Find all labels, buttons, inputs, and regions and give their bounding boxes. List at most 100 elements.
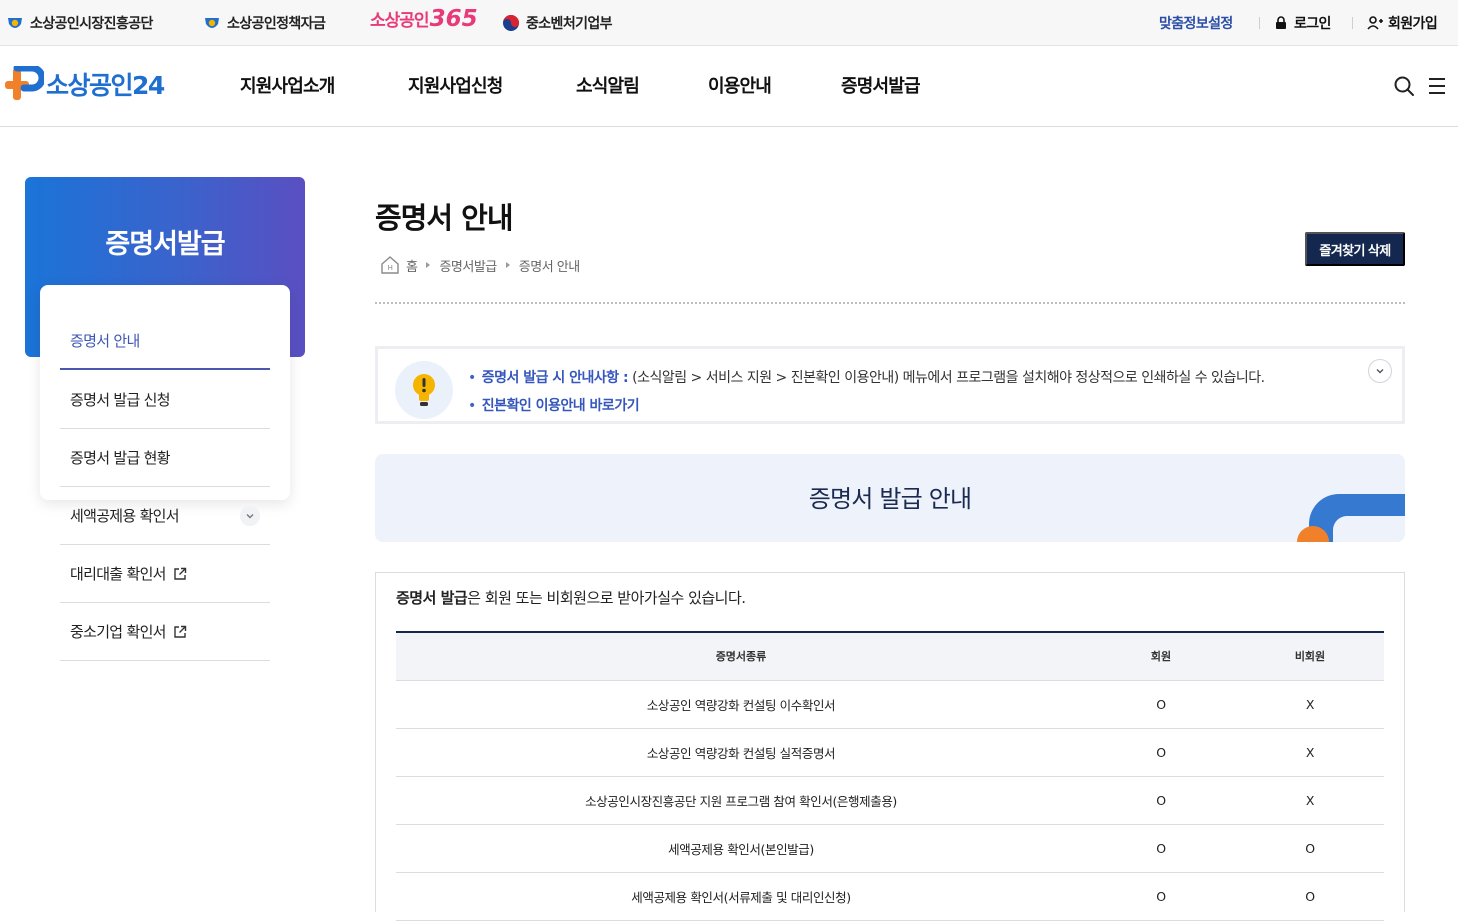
notice-line: • 진본확인 이용안내 바로가기 bbox=[468, 395, 640, 415]
cell-member: O bbox=[1086, 728, 1236, 777]
column-header-type: 증명서종류 bbox=[396, 632, 1086, 681]
cell-member: O bbox=[1086, 824, 1236, 873]
custom-info-link[interactable]: 맞춤정보설정 bbox=[1159, 12, 1233, 34]
authenticity-guide-link[interactable]: 진본확인 이용안내 바로가기 bbox=[482, 398, 640, 414]
semas-link-label: 소상공인시장진흥공단 bbox=[30, 16, 153, 32]
cell-type: 세액공제용 확인서(서류제출 및 대리인신청) bbox=[396, 872, 1086, 921]
table-row: 소상공인 역량강화 컨설팅 이수확인서 O X bbox=[396, 680, 1384, 729]
table-row: 세액공제용 확인서(본인발급) O O bbox=[396, 824, 1384, 873]
user-add-icon bbox=[1367, 16, 1383, 30]
sidebar-item-tax-credit[interactable]: 세액공제용 확인서 bbox=[60, 487, 270, 545]
cell-type: 소상공인시장진흥공단 지원 프로그램 참여 확인서(은행제출용) bbox=[396, 776, 1086, 825]
table-header-row: 증명서종류 회원 비회원 bbox=[396, 632, 1384, 681]
cell-type: 세액공제용 확인서(본인발급) bbox=[396, 824, 1086, 873]
intro-rest: 은 회원 또는 비회원으로 받아가실수 있습니다. bbox=[467, 589, 746, 607]
brand-365-link[interactable]: 소상공인 365 bbox=[370, 6, 478, 32]
login-link[interactable]: 로그인 bbox=[1274, 12, 1331, 34]
lock-icon bbox=[1276, 16, 1286, 29]
sidebar-item-certificate-apply[interactable]: 증명서 발급 신청 bbox=[60, 371, 270, 429]
sidebar-item-label: 중소기업 확인서 bbox=[70, 623, 166, 641]
notice-text: (소식알림 > 서비스 지원 > 진본확인 이용안내) 메뉴에서 프로그램을 설… bbox=[632, 370, 1265, 386]
bullet-icon: • bbox=[468, 370, 476, 386]
banner-title: 증명서 발급 안내 bbox=[808, 485, 972, 513]
sidebar-item-label: 세액공제용 확인서 bbox=[70, 507, 180, 525]
sidebar-item-proxy-loan[interactable]: 대리대출 확인서 bbox=[60, 545, 270, 603]
login-label: 로그인 bbox=[1294, 16, 1331, 32]
utility-bar: 소상공인시장진흥공단 소상공인정책자금 소상공인 365 중소벤처기업부 맞춤정… bbox=[0, 0, 1458, 46]
brand-365-number: 365 bbox=[429, 6, 478, 32]
table-row: 세액공제용 확인서(서류제출 및 대리인신청) O O bbox=[396, 872, 1384, 921]
chevron-down-icon[interactable] bbox=[240, 505, 260, 526]
site-logo-text: 소상공인24 bbox=[46, 71, 165, 100]
nav-news[interactable]: 소식알림 bbox=[576, 72, 640, 98]
external-link-icon bbox=[174, 625, 186, 638]
divider bbox=[1352, 17, 1353, 29]
sidebar-item-sme-confirm[interactable]: 중소기업 확인서 bbox=[60, 603, 270, 661]
chevron-down-icon bbox=[1376, 369, 1384, 374]
cell-member: O bbox=[1086, 680, 1236, 729]
nav-support-intro[interactable]: 지원사업소개 bbox=[240, 72, 335, 98]
semas-logo-icon bbox=[8, 18, 22, 28]
column-header-member: 회원 bbox=[1086, 632, 1236, 681]
sidebar-item-label: 증명서 안내 bbox=[70, 331, 140, 350]
search-icon[interactable] bbox=[1393, 75, 1415, 97]
cell-nonmember: X bbox=[1236, 776, 1384, 825]
mss-link[interactable]: 중소벤처기업부 bbox=[502, 12, 613, 34]
notice-box: • 증명서 발급 시 안내사항 : (소식알림 > 서비스 지원 > 진본확인 이… bbox=[375, 346, 1405, 424]
cell-nonmember: X bbox=[1236, 680, 1384, 729]
nav-guide[interactable]: 이용안내 bbox=[708, 72, 772, 98]
taegeuk-icon bbox=[503, 15, 519, 31]
sidebar-title: 증명서발급 bbox=[105, 229, 225, 260]
table-row: 소상공인시장진흥공단 지원 프로그램 참여 확인서(은행제출용) O X bbox=[396, 776, 1384, 825]
cell-type: 소상공인 역량강화 컨설팅 이수확인서 bbox=[396, 680, 1086, 729]
divider bbox=[375, 302, 1405, 304]
cell-nonmember: X bbox=[1236, 728, 1384, 777]
cell-member: O bbox=[1086, 776, 1236, 825]
breadcrumb: H 홈 증명서발급 증명서 안내 bbox=[380, 255, 580, 275]
policy-fund-link-label: 소상공인정책자금 bbox=[227, 16, 326, 32]
intro-text: 증명서 발급은 회원 또는 비회원으로 받아가실수 있습니다. bbox=[396, 587, 746, 608]
lightbulb-icon bbox=[395, 361, 453, 419]
external-link-icon bbox=[174, 567, 186, 580]
semas-logo-icon bbox=[205, 18, 219, 28]
cell-nonmember: O bbox=[1236, 824, 1384, 873]
site-logo[interactable]: 소상공인24 bbox=[4, 66, 165, 102]
site-logo-icon bbox=[5, 66, 44, 100]
column-header-nonmember: 비회원 bbox=[1236, 632, 1384, 681]
notice-line: • 증명서 발급 시 안내사항 : (소식알림 > 서비스 지원 > 진본확인 이… bbox=[468, 367, 1265, 387]
bullet-icon: • bbox=[468, 398, 476, 414]
policy-fund-link[interactable]: 소상공인정책자금 bbox=[203, 12, 326, 34]
cell-type: 소상공인 역량강화 컨설팅 실적증명서 bbox=[396, 728, 1086, 777]
page-title: 증명서 안내 bbox=[375, 201, 513, 235]
signup-link[interactable]: 회원가입 bbox=[1367, 12, 1438, 34]
remove-favorite-button[interactable]: 즐겨찾기 삭제 bbox=[1305, 232, 1405, 266]
cell-member: O bbox=[1086, 872, 1236, 921]
nav-certificate[interactable]: 증명서발급 bbox=[841, 72, 921, 98]
sidebar-item-certificate-guide[interactable]: 증명서 안내 bbox=[60, 312, 270, 370]
signup-label: 회원가입 bbox=[1388, 16, 1438, 32]
breadcrumb-current: 증명서 안내 bbox=[518, 259, 580, 275]
mss-link-label: 중소벤처기업부 bbox=[526, 16, 613, 32]
sidebar-item-certificate-status[interactable]: 증명서 발급 현황 bbox=[60, 429, 270, 487]
breadcrumb-certificate[interactable]: 증명서발급 bbox=[439, 256, 497, 275]
certificate-table-section: 증명서 발급은 회원 또는 비회원으로 받아가실수 있습니다. 증명서종류 회원… bbox=[375, 572, 1405, 921]
notice-toggle-button[interactable] bbox=[1368, 359, 1392, 383]
sidebar-item-label: 증명서 발급 신청 bbox=[70, 391, 171, 409]
brand-365-text: 소상공인 bbox=[370, 11, 430, 31]
breadcrumb-separator-icon bbox=[505, 262, 510, 268]
guide-banner: 증명서 발급 안내 bbox=[375, 454, 1405, 542]
custom-info-label: 맞춤정보설정 bbox=[1159, 16, 1233, 32]
breadcrumb-home[interactable]: 홈 bbox=[406, 256, 418, 275]
sidebar-item-label: 대리대출 확인서 bbox=[70, 565, 166, 583]
site-header: 소상공인24 지원사업소개 지원사업신청 소식알림 이용안내 증명서발급 bbox=[0, 46, 1458, 127]
banner-decoration-icon bbox=[1297, 494, 1405, 542]
sidebar-item-label: 증명서 발급 현황 bbox=[70, 449, 171, 467]
breadcrumb-separator-icon bbox=[426, 262, 431, 268]
menu-icon[interactable] bbox=[1426, 75, 1448, 97]
semas-link[interactable]: 소상공인시장진흥공단 bbox=[6, 12, 153, 34]
home-icon[interactable]: H bbox=[380, 255, 400, 275]
notice-highlight: 증명서 발급 시 안내사항 : bbox=[481, 370, 629, 386]
svg-text:H: H bbox=[388, 264, 393, 272]
nav-support-apply[interactable]: 지원사업신청 bbox=[408, 72, 503, 98]
table-row: 소상공인 역량강화 컨설팅 실적증명서 O X bbox=[396, 728, 1384, 777]
